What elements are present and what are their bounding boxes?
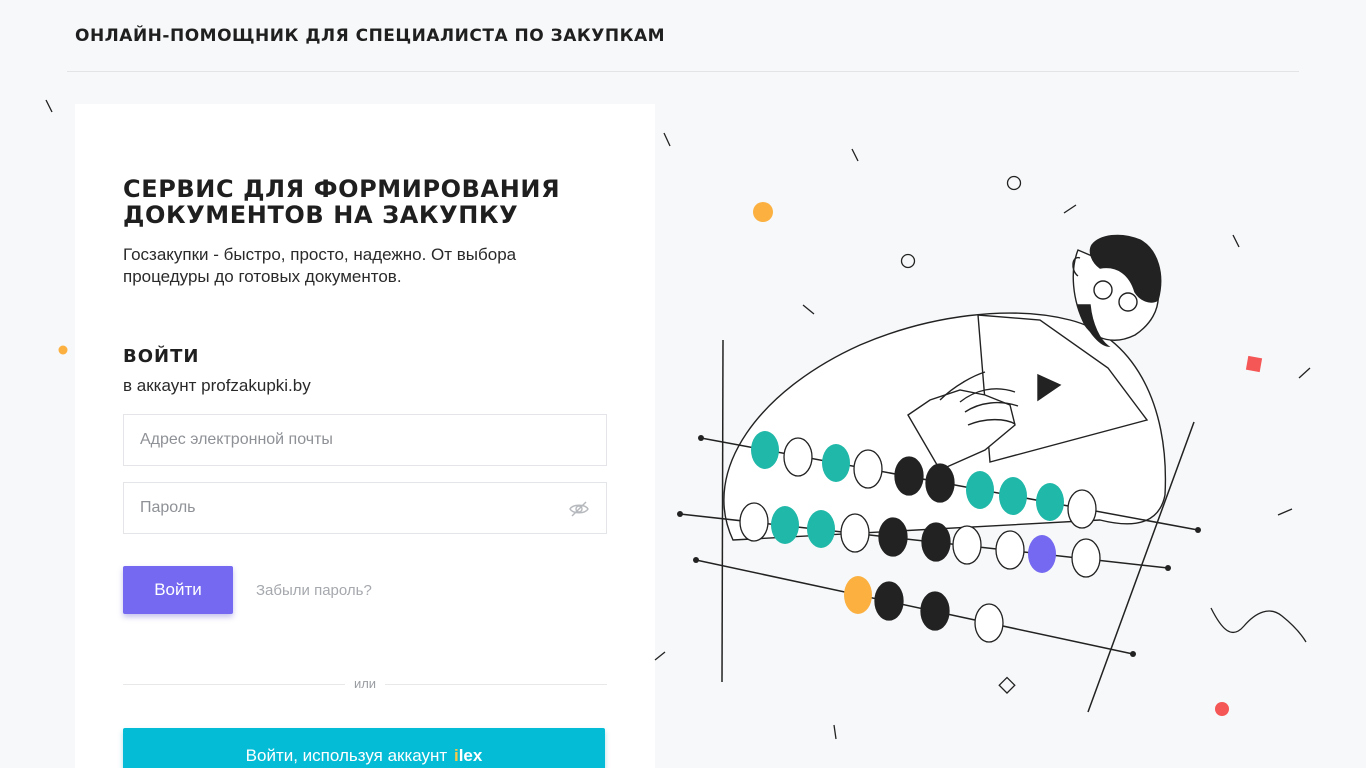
- login-subtitle: в аккаунт profzakupki.by: [123, 376, 311, 395]
- page-headline: СЕРВИС ДЛЯ ФОРМИРОВАНИЯ ДОКУМЕНТОВ НА ЗА…: [123, 175, 561, 229]
- forgot-password-link[interactable]: Забыли пароль?: [256, 582, 372, 599]
- person-figure: [723, 234, 1167, 541]
- abacus-row-3: [844, 576, 1004, 643]
- page-subtitle: Госзакупки - быстро, просто, надежно. От…: [123, 245, 517, 286]
- ilex-logo: ilex: [453, 746, 483, 765]
- abacus-row-1: [751, 431, 1097, 529]
- login-button[interactable]: Войти: [123, 566, 233, 614]
- email-field: [123, 414, 607, 466]
- divider-line-right: [385, 684, 607, 685]
- brand-title: ОНЛАЙН-ПОМОЩНИК ДЛЯ СПЕЦИАЛИСТА ПО ЗАКУП…: [75, 26, 666, 46]
- eye-slash-icon[interactable]: [568, 498, 590, 520]
- email-input[interactable]: [124, 415, 606, 465]
- login-title: ВОЙТИ: [123, 346, 200, 367]
- password-input[interactable]: [124, 483, 606, 533]
- decor-square-red: [1245, 355, 1263, 373]
- abacus-row-2: [739, 502, 1101, 578]
- decor-dot-red: [1215, 702, 1229, 716]
- decor-dot-orange-small: [58, 345, 68, 355]
- or-divider: или: [123, 676, 607, 691]
- decor-dot-orange: [753, 202, 773, 222]
- abacus-rod-ends: [677, 435, 1201, 657]
- password-field: [123, 482, 607, 534]
- ilex-button-label: Войти, используя аккаунт: [245, 746, 448, 765]
- login-card: СЕРВИС ДЛЯ ФОРМИРОВАНИЯ ДОКУМЕНТОВ НА ЗА…: [75, 104, 655, 768]
- ilex-login-button[interactable]: Войти, используя аккаунт ilex: [123, 728, 605, 768]
- top-header: ОНЛАЙН-ПОМОЩНИК ДЛЯ СПЕЦИАЛИСТА ПО ЗАКУП…: [67, 0, 1299, 72]
- abacus-frame: [679, 339, 1199, 713]
